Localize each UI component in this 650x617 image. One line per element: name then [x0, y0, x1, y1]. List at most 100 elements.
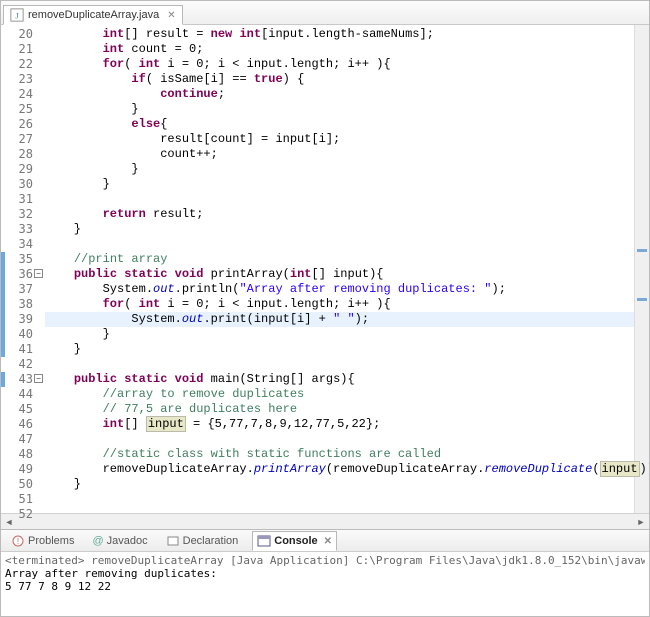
java-file-icon: J	[10, 8, 24, 22]
console-line: 5 77 7 8 9 12 22	[5, 580, 645, 593]
line-number: 40	[11, 327, 33, 342]
line-number: 36−	[11, 267, 33, 282]
code-line[interactable]: }	[45, 102, 649, 117]
code-line[interactable]	[45, 432, 649, 447]
line-number: 25	[11, 102, 33, 117]
code-line[interactable]: }	[45, 342, 649, 357]
horizontal-scrollbar[interactable]: ◄ ►	[1, 513, 649, 529]
line-number: 27	[11, 132, 33, 147]
problems-icon: !	[11, 534, 25, 548]
vertical-scrollbar[interactable]	[634, 25, 649, 513]
console-process-header: <terminated> removeDuplicateArray [Java …	[5, 554, 645, 567]
code-line[interactable]: //print array	[45, 252, 649, 267]
code-line[interactable]: if( isSame[i] == true) {	[45, 72, 649, 87]
code-line[interactable]: int[] input = {5,77,7,8,9,12,77,5,22};	[45, 417, 649, 432]
line-number: 43−	[11, 372, 33, 387]
code-line[interactable]	[45, 357, 649, 372]
change-marker	[1, 372, 5, 387]
line-number: 20	[11, 27, 33, 42]
line-number: 48	[11, 447, 33, 462]
tab-console-label: Console	[274, 535, 317, 547]
line-number: 50	[11, 477, 33, 492]
code-line[interactable]	[45, 507, 649, 513]
tab-declaration-label: Declaration	[183, 535, 239, 547]
code-line[interactable]: // 77,5 are duplicates here	[45, 402, 649, 417]
code-line[interactable]: //array to remove duplicates	[45, 387, 649, 402]
code-line[interactable]: continue;	[45, 87, 649, 102]
code-line[interactable]: }	[45, 222, 649, 237]
code-line[interactable]: for( int i = 0; i < input.length; i++ ){	[45, 297, 649, 312]
code-line[interactable]: for( int i = 0; i < input.length; i++ ){	[45, 57, 649, 72]
editor-tab-active[interactable]: J removeDuplicateArray.java ✕	[3, 5, 183, 25]
line-number: 44	[11, 387, 33, 402]
line-number: 49	[11, 462, 33, 477]
change-marker	[1, 252, 5, 357]
line-number: 47	[11, 432, 33, 447]
tab-javadoc-label: Javadoc	[107, 535, 148, 547]
code-editor[interactable]: 2021222324252627282930313233343536−37383…	[1, 25, 649, 513]
bottom-panel: ! Problems @ Javadoc Declaration Console…	[1, 529, 649, 615]
line-number: 51	[11, 492, 33, 507]
code-line[interactable]: return result;	[45, 207, 649, 222]
code-line[interactable]: System.out.print(input[i] + " ");	[45, 312, 649, 327]
line-number: 30	[11, 177, 33, 192]
code-line[interactable]: public static void printArray(int[] inpu…	[45, 267, 649, 282]
code-line[interactable]	[45, 237, 649, 252]
line-number: 21	[11, 42, 33, 57]
tab-console[interactable]: Console ✕	[252, 531, 337, 551]
line-number-gutter: 2021222324252627282930313233343536−37383…	[11, 25, 39, 513]
line-number: 39	[11, 312, 33, 327]
console-output[interactable]: <terminated> removeDuplicateArray [Java …	[1, 552, 649, 615]
console-line: Array after removing duplicates:	[5, 567, 645, 580]
line-number: 26	[11, 117, 33, 132]
editor-tab-bar: J removeDuplicateArray.java ✕	[1, 1, 649, 25]
svg-text:J: J	[15, 11, 19, 21]
close-icon[interactable]: ✕	[324, 536, 332, 547]
line-number: 24	[11, 87, 33, 102]
tab-declaration[interactable]: Declaration	[162, 532, 243, 550]
annotation-ruler	[1, 25, 11, 513]
line-number: 35	[11, 252, 33, 267]
line-number: 37	[11, 282, 33, 297]
close-icon[interactable]: ✕	[167, 10, 175, 21]
tab-problems[interactable]: ! Problems	[7, 532, 78, 550]
code-line[interactable]: }	[45, 177, 649, 192]
code-line[interactable]: }	[45, 162, 649, 177]
code-line[interactable]: else{	[45, 117, 649, 132]
scroll-right-icon[interactable]: ►	[633, 515, 649, 529]
code-area[interactable]: int[] result = new int[input.length-same…	[39, 25, 649, 513]
line-number: 22	[11, 57, 33, 72]
code-line[interactable]: public static void main(String[] args){	[45, 372, 649, 387]
tab-problems-label: Problems	[28, 535, 74, 547]
code-line[interactable]: int count = 0;	[45, 42, 649, 57]
line-number: 46	[11, 417, 33, 432]
line-number: 52	[11, 507, 33, 522]
line-number: 33	[11, 222, 33, 237]
code-line[interactable]: removeDuplicateArray.printArray(removeDu…	[45, 462, 649, 477]
declaration-icon	[166, 534, 180, 548]
code-line[interactable]: result[count] = input[i];	[45, 132, 649, 147]
editor-tab-filename: removeDuplicateArray.java	[28, 9, 159, 21]
view-tab-bar: ! Problems @ Javadoc Declaration Console…	[1, 530, 649, 552]
line-number: 38	[11, 297, 33, 312]
line-number: 42	[11, 357, 33, 372]
code-line[interactable]: count++;	[45, 147, 649, 162]
javadoc-icon: @	[92, 535, 103, 547]
code-line[interactable]: int[] result = new int[input.length-same…	[45, 27, 649, 42]
code-line[interactable]: }	[45, 327, 649, 342]
line-number: 45	[11, 402, 33, 417]
line-number: 29	[11, 162, 33, 177]
line-number: 28	[11, 147, 33, 162]
console-icon	[257, 534, 271, 548]
line-number: 34	[11, 237, 33, 252]
code-line[interactable]: //static class with static functions are…	[45, 447, 649, 462]
code-line[interactable]: System.out.println("Array after removing…	[45, 282, 649, 297]
line-number: 41	[11, 342, 33, 357]
code-line[interactable]: }	[45, 477, 649, 492]
line-number: 32	[11, 207, 33, 222]
tab-javadoc[interactable]: @ Javadoc	[88, 533, 151, 549]
code-line[interactable]	[45, 492, 649, 507]
code-line[interactable]	[45, 192, 649, 207]
svg-text:!: !	[17, 537, 19, 546]
line-number: 31	[11, 192, 33, 207]
